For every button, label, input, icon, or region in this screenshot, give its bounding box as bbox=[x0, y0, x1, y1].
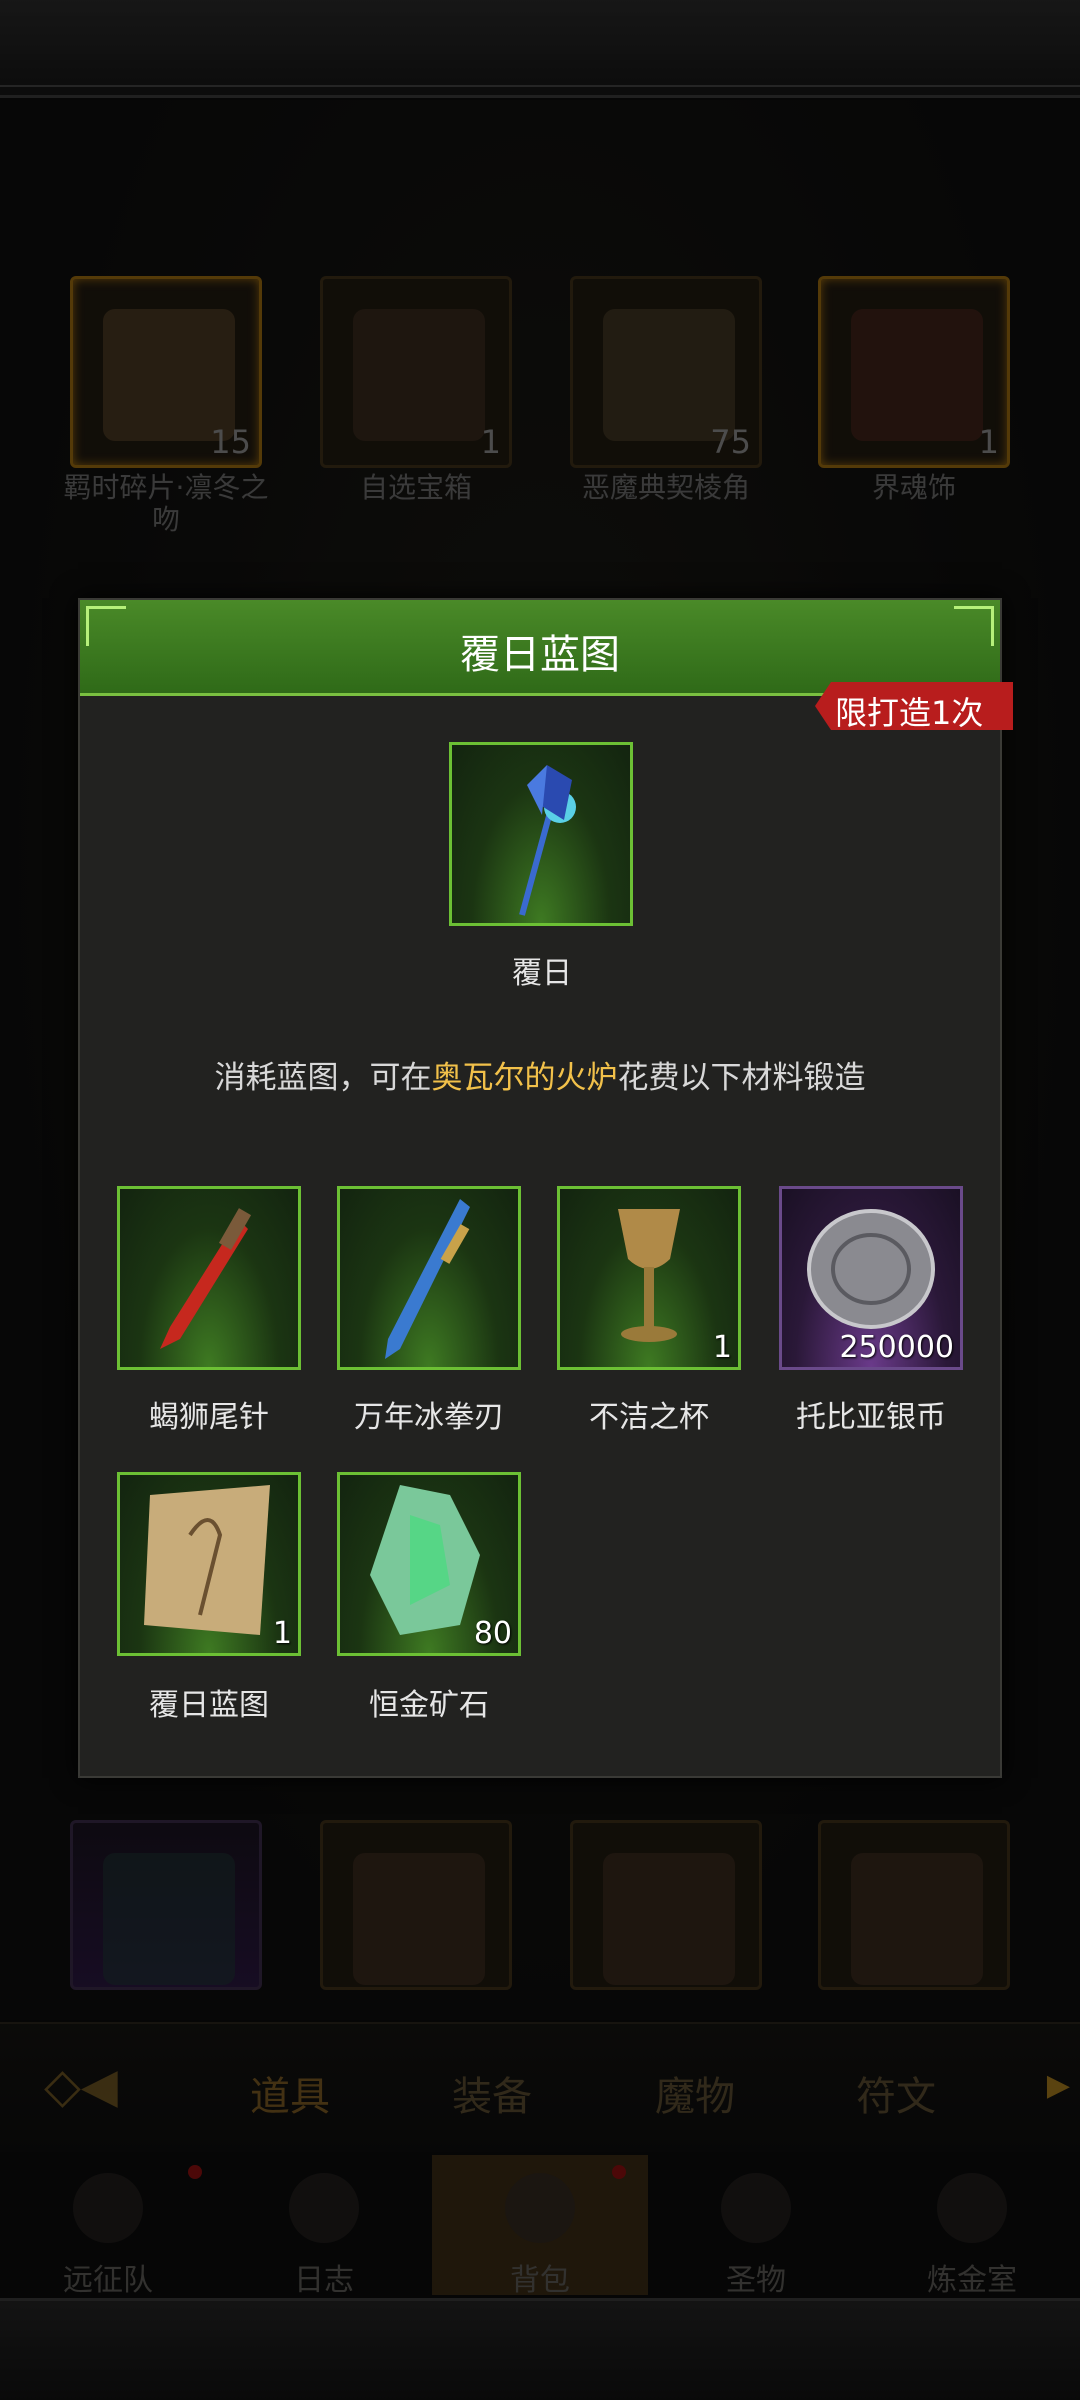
forge-location[interactable]: 奥瓦尔的火炉 bbox=[432, 1060, 618, 1096]
limit-badge: 限打造1次 bbox=[815, 682, 1013, 730]
result-item-name: 覆日 bbox=[512, 956, 572, 991]
material-count: 1 bbox=[712, 1330, 732, 1365]
material-item[interactable] bbox=[117, 1186, 301, 1370]
material-item[interactable]: 250000 bbox=[779, 1186, 963, 1370]
description-text: 花费以下材料锻造 bbox=[617, 1060, 866, 1096]
dialog-title: 覆日蓝图 bbox=[460, 632, 620, 678]
material-item[interactable]: 80 bbox=[337, 1472, 521, 1656]
material-name: 蝎狮尾针 bbox=[149, 1400, 269, 1435]
parchment-icon bbox=[144, 1485, 270, 1635]
dialog-header: 覆日蓝图 bbox=[80, 600, 1000, 696]
description-text: 消耗蓝图，可在 bbox=[214, 1060, 432, 1096]
material-item[interactable]: 1 bbox=[117, 1472, 301, 1656]
limit-badge-text: 限打造1次 bbox=[835, 694, 984, 732]
material-name: 恒金矿石 bbox=[369, 1688, 489, 1723]
ice-blade-icon bbox=[385, 1199, 470, 1359]
dagger-icon bbox=[160, 1208, 252, 1349]
forge-description: 消耗蓝图，可在奥瓦尔的火炉花费以下材料锻造 bbox=[80, 1052, 1000, 1097]
goblet-icon bbox=[618, 1209, 680, 1342]
material-name: 托比亚银币 bbox=[796, 1400, 946, 1435]
material-count: 1 bbox=[272, 1616, 292, 1651]
staff-icon bbox=[519, 765, 576, 916]
material-name: 不洁之杯 bbox=[589, 1400, 709, 1435]
material-count: 250000 bbox=[839, 1330, 954, 1365]
material-count: 80 bbox=[473, 1616, 512, 1651]
material-item[interactable]: 1 bbox=[557, 1186, 741, 1370]
material-item[interactable] bbox=[337, 1186, 521, 1370]
material-name: 覆日蓝图 bbox=[149, 1688, 269, 1723]
material-name: 万年冰拳刃 bbox=[354, 1400, 504, 1435]
blueprint-dialog: 覆日蓝图 限打造1次 覆日 消耗蓝图，可在奥瓦尔的火炉花费以下材料锻造 蝎狮尾针… bbox=[78, 598, 1013, 1778]
result-item[interactable] bbox=[449, 742, 633, 926]
